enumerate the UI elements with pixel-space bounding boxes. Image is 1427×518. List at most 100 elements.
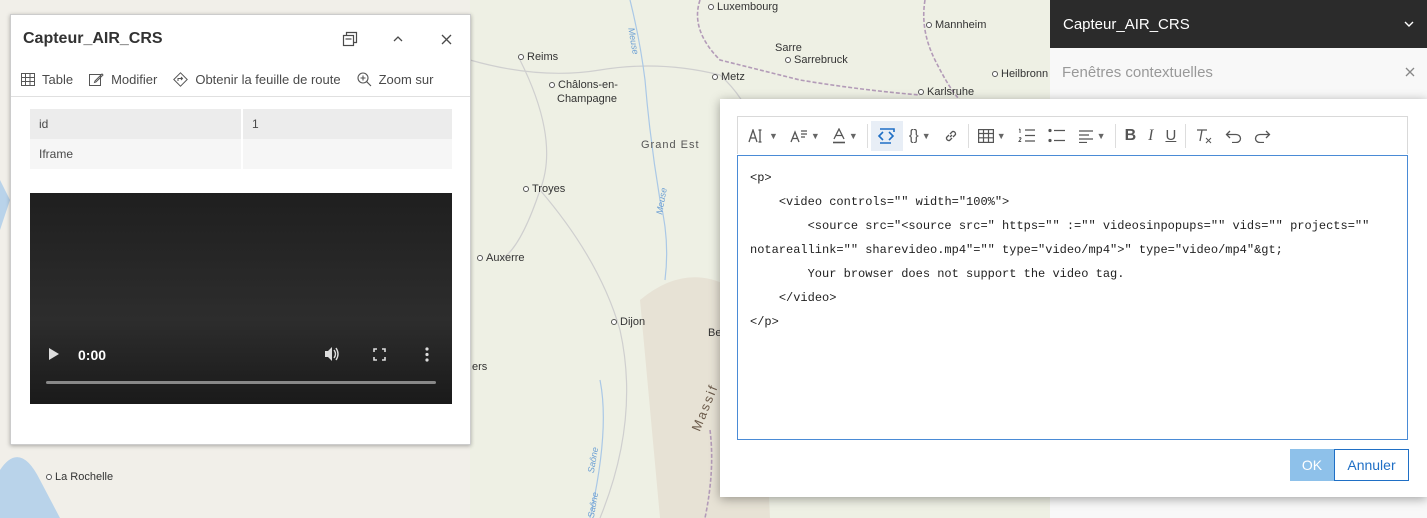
align-left-icon <box>1078 129 1093 143</box>
table-row: id 1 <box>30 109 452 139</box>
city-label: Mannheim <box>926 19 986 31</box>
zoom-action-label: Zoom sur <box>378 72 434 87</box>
toolbar-divider <box>866 123 868 148</box>
attribute-value <box>242 139 452 169</box>
city-label: Metz <box>712 71 745 83</box>
edit-icon <box>89 73 104 86</box>
attribute-key: id <box>30 109 243 139</box>
collapse-icon[interactable] <box>386 27 410 51</box>
attribute-table: id 1 Iframe <box>30 109 452 169</box>
toolbar-divider <box>1114 123 1116 148</box>
popups-section-header: Fenêtres contextuelles <box>1050 48 1427 96</box>
popup-title: Capteur_AIR_CRS <box>23 30 163 47</box>
html-editor-dialog: ▼ ▼ ▼ {} ▼ ▼ ▼ B I U <p> <video controls… <box>720 99 1427 497</box>
insert-field-button[interactable]: {} ▼ <box>903 121 937 151</box>
table-icon <box>977 128 994 143</box>
directions-action[interactable]: Obtenir la feuille de route <box>173 72 341 87</box>
feature-popup: Capteur_AIR_CRS Table Modifier Obtenir l… <box>10 14 471 445</box>
bullet-list-button[interactable] <box>1042 121 1072 151</box>
table-action-label: Table <box>42 72 74 87</box>
region-label: Grand Est <box>641 139 700 151</box>
city-label: Sarrebruck <box>785 54 848 66</box>
code-line: <source src="<source src=" https="" :=""… <box>750 219 1370 233</box>
heading-icon <box>790 129 807 142</box>
link-button[interactable] <box>937 121 965 151</box>
bold-icon: B <box>1124 126 1137 144</box>
attribute-value: 1 <box>242 109 452 139</box>
video-time: 0:00 <box>78 347 107 363</box>
city-label: Luxembourg <box>708 1 778 13</box>
code-line: </video> <box>750 291 837 305</box>
toolbar-divider <box>967 123 969 148</box>
numbered-list-icon <box>1017 128 1035 142</box>
editor-toolbar: ▼ ▼ ▼ {} ▼ ▼ ▼ B I U <box>737 116 1408 154</box>
cancel-button[interactable]: Annuler <box>1334 449 1409 481</box>
city-label: Auxerre <box>477 252 525 264</box>
attribute-key: Iframe <box>30 139 243 169</box>
underline-icon: U <box>1165 127 1177 144</box>
code-line: <video controls="" width="100%"> <box>750 195 1010 209</box>
table-row: Iframe <box>30 139 452 169</box>
table-icon <box>21 73 35 86</box>
video-player[interactable]: 0:00 <box>30 193 452 404</box>
video-progress-bar[interactable] <box>46 381 436 384</box>
code-line: notareallink="" sharevideo.mp4"="" type=… <box>750 243 1283 257</box>
popup-actions: Table Modifier Obtenir la feuille de rou… <box>11 63 470 97</box>
italic-icon: I <box>1148 126 1154 144</box>
config-panel-header[interactable]: Capteur_AIR_CRS <box>1050 0 1427 48</box>
edit-action-label: Modifier <box>111 72 158 87</box>
font-color-button[interactable]: ▼ <box>826 121 864 151</box>
bold-button[interactable]: B <box>1119 121 1143 151</box>
braces-icon: {} <box>908 127 919 144</box>
close-icon[interactable] <box>1405 67 1415 77</box>
bullet-list-icon <box>1048 128 1065 143</box>
directions-icon <box>173 72 189 87</box>
table-button[interactable]: ▼ <box>972 121 1012 151</box>
undo-button[interactable] <box>1219 121 1248 151</box>
edit-action[interactable]: Modifier <box>89 72 157 87</box>
app-window: Luxembourg Mannheim Sarre Sarrebruck Rei… <box>0 0 1427 518</box>
city-label: Champagne <box>557 93 617 105</box>
city-label: Troyes <box>523 183 565 195</box>
ok-button[interactable]: OK <box>1290 449 1334 481</box>
play-icon[interactable] <box>48 347 60 364</box>
toolbar-divider <box>1185 123 1187 148</box>
align-button[interactable]: ▼ <box>1072 121 1112 151</box>
undo-icon <box>1225 130 1242 143</box>
font-size-button[interactable]: ▼ <box>742 121 784 151</box>
dock-icon[interactable] <box>338 27 362 51</box>
link-icon <box>945 130 956 141</box>
city-label: Karlsruhe <box>918 86 974 98</box>
source-code-button[interactable] <box>870 120 903 151</box>
font-color-icon <box>832 127 845 143</box>
chevron-down-icon[interactable] <box>1404 20 1414 28</box>
source-code-editor[interactable]: <p> <video controls="" width="100%"> <so… <box>737 155 1408 440</box>
redo-button[interactable] <box>1248 121 1277 151</box>
zoom-action[interactable]: Zoom sur <box>357 72 434 87</box>
italic-button[interactable]: I <box>1142 121 1159 151</box>
city-label: Châlons-en- <box>549 79 618 91</box>
source-code-icon <box>877 127 895 144</box>
config-panel-title: Capteur_AIR_CRS <box>1063 15 1190 33</box>
code-line: Your browser does not support the video … <box>750 267 1125 281</box>
city-label: Heilbronn <box>992 68 1048 80</box>
code-line: </p> <box>750 315 779 329</box>
fullscreen-icon[interactable] <box>373 348 386 364</box>
popup-header: Capteur_AIR_CRS <box>11 15 470 63</box>
directions-action-label: Obtenir la feuille de route <box>195 72 341 87</box>
underline-button[interactable]: U <box>1159 121 1182 151</box>
heading-button[interactable]: ▼ <box>784 121 826 151</box>
more-options-icon[interactable] <box>425 347 429 365</box>
city-label: Sarre <box>775 42 802 54</box>
clear-format-icon <box>1197 128 1212 143</box>
clear-format-button[interactable] <box>1189 121 1219 151</box>
city-label: ers <box>472 361 488 373</box>
close-icon[interactable] <box>434 27 458 51</box>
table-action[interactable]: Table <box>21 72 73 87</box>
numbered-list-button[interactable] <box>1012 121 1042 151</box>
redo-icon <box>1255 130 1271 143</box>
font-size-icon <box>748 128 762 143</box>
volume-icon[interactable] <box>324 346 340 365</box>
zoom-icon <box>357 72 371 87</box>
city-label: La Rochelle <box>46 471 113 483</box>
